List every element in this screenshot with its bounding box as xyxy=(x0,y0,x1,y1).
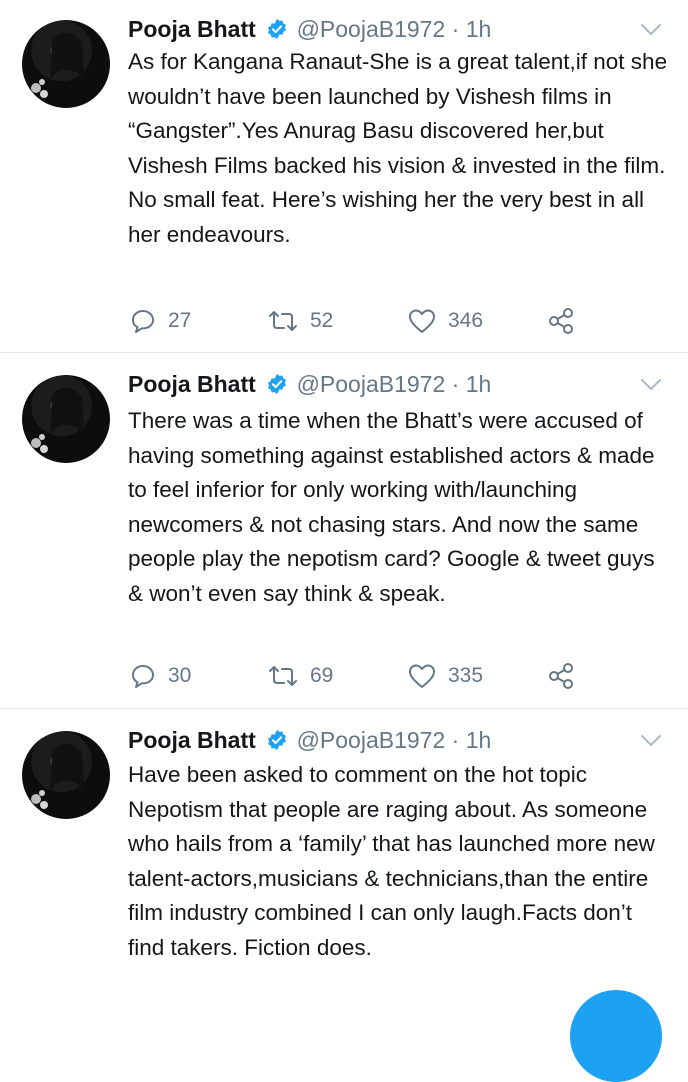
timestamp[interactable]: · 1h xyxy=(452,371,492,397)
reply-icon xyxy=(132,665,154,688)
retweet-count: 52 xyxy=(310,309,334,332)
avatar[interactable] xyxy=(22,731,110,819)
tweet-text: There was a time when the Bhatt’s were a… xyxy=(128,408,655,606)
verified-badge-icon xyxy=(268,373,287,395)
avatar[interactable] xyxy=(22,375,110,463)
like-button[interactable]: 335 xyxy=(408,659,483,693)
share-button[interactable] xyxy=(548,304,576,338)
chevron-down-icon[interactable] xyxy=(638,731,664,751)
share-icon xyxy=(549,663,573,689)
share-button[interactable] xyxy=(548,659,576,693)
chevron-down-icon[interactable] xyxy=(638,20,664,40)
tweet-actions: 27 52 346 xyxy=(128,304,648,338)
timestamp[interactable]: · 1h xyxy=(452,727,492,753)
retweet-icon xyxy=(269,311,297,331)
reply-button[interactable]: 30 xyxy=(130,659,191,693)
like-icon xyxy=(409,664,435,688)
tweet[interactable]: Pooja Bhatt @PoojaB1972 · 1h Have been a… xyxy=(0,709,688,1024)
reply-count: 30 xyxy=(168,664,192,687)
tweet[interactable]: Pooja Bhatt @PoojaB1972 · 1h There was a… xyxy=(0,353,688,708)
chevron-down-icon[interactable] xyxy=(638,375,664,395)
timestamp[interactable]: · 1h xyxy=(452,16,492,42)
retweet-button[interactable]: 69 xyxy=(268,659,333,693)
retweet-count: 69 xyxy=(310,664,334,687)
user-handle[interactable]: @PoojaB1972 xyxy=(297,371,446,397)
tweet-header: Pooja Bhatt @PoojaB1972 · 1h xyxy=(128,367,491,401)
tweet-text: As for Kangana Ranaut-She is a great tal… xyxy=(128,49,668,247)
like-count: 335 xyxy=(448,664,484,687)
avatar[interactable] xyxy=(22,20,110,108)
display-name[interactable]: Pooja Bhatt xyxy=(128,371,256,397)
tweet-header: Pooja Bhatt @PoojaB1972 · 1h xyxy=(128,12,491,46)
compose-fab[interactable] xyxy=(570,990,662,1082)
retweet-icon xyxy=(269,666,297,686)
tweet-actions: 30 69 335 xyxy=(128,659,648,693)
user-handle[interactable]: @PoojaB1972 xyxy=(297,727,446,753)
display-name[interactable]: Pooja Bhatt xyxy=(128,727,256,753)
reply-button[interactable]: 27 xyxy=(130,304,191,338)
display-name[interactable]: Pooja Bhatt xyxy=(128,16,256,42)
like-button[interactable]: 346 xyxy=(408,304,483,338)
like-icon xyxy=(409,309,435,333)
tweet-header: Pooja Bhatt @PoojaB1972 · 1h xyxy=(128,723,491,757)
tweet[interactable]: Pooja Bhatt @PoojaB1972 · 1h As for Kang… xyxy=(0,0,688,352)
verified-badge-icon xyxy=(268,18,287,40)
verified-badge-icon xyxy=(268,729,287,751)
share-icon xyxy=(549,308,573,334)
reply-icon xyxy=(132,310,154,333)
reply-count: 27 xyxy=(168,309,192,332)
tweet-text: Have been asked to comment on the hot to… xyxy=(128,762,655,960)
user-handle[interactable]: @PoojaB1972 xyxy=(297,16,446,42)
like-count: 346 xyxy=(448,309,484,332)
retweet-button[interactable]: 52 xyxy=(268,304,333,338)
